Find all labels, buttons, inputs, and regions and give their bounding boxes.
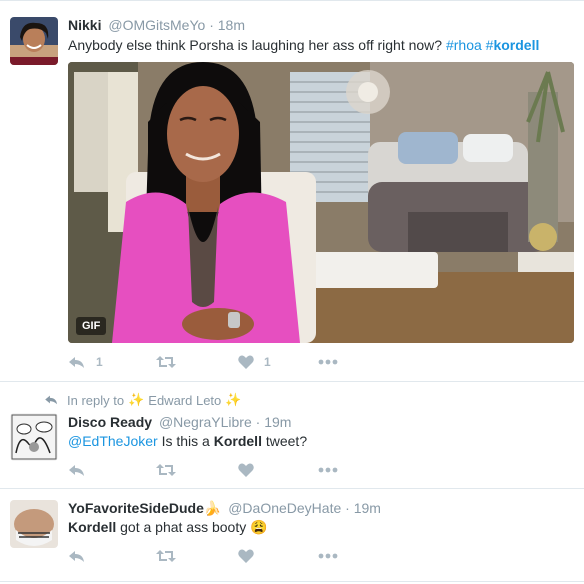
tweet-text-pre: Is this a	[157, 433, 214, 449]
more-button[interactable]	[318, 467, 338, 473]
more-icon	[318, 467, 338, 473]
reply-count: 1	[96, 355, 103, 369]
tweet-text-main: Anybody else think Porsha is laughing he…	[68, 37, 443, 53]
tweet-text-bold: Kordell	[68, 519, 117, 535]
tweet-header: YoFavoriteSideDude🍌 @DaOneDeyHate · 19m	[68, 500, 381, 517]
tweet-1[interactable]: Nikki @OMGitsMeYo · 18m Anybody else thi…	[0, 0, 584, 382]
gif-scene	[68, 62, 574, 343]
gif-media[interactable]: GIF	[68, 62, 574, 343]
reply-button[interactable]: 1	[68, 355, 156, 369]
heart-icon	[238, 549, 254, 563]
tweet-3[interactable]: YoFavoriteSideDude🍌 @DaOneDeyHate · 19m …	[0, 490, 584, 582]
retweet-icon	[156, 463, 176, 477]
more-button[interactable]	[318, 553, 338, 559]
retweet-icon	[156, 355, 176, 369]
hashtag-rhoa[interactable]: #rhoa	[446, 37, 482, 53]
reply-icon	[68, 355, 86, 369]
timestamp[interactable]: 18m	[218, 17, 245, 33]
like-count: 1	[264, 355, 271, 369]
like-button[interactable]: 1	[238, 355, 318, 369]
tweet-header: Disco Ready @NegraYLibre · 19m	[68, 414, 291, 430]
retweet-button[interactable]	[156, 463, 238, 477]
display-name[interactable]: Disco Ready	[68, 414, 152, 430]
display-name[interactable]: YoFavoriteSideDude	[68, 500, 204, 516]
avatar[interactable]	[10, 413, 58, 461]
reply-prefix: In reply to	[67, 392, 125, 408]
tweet-actions: 1 1	[68, 352, 338, 372]
mention-link[interactable]: @EdTheJoker	[68, 433, 158, 449]
separator-dot: ·	[345, 500, 350, 516]
hashtag-word: kordell	[493, 37, 540, 53]
tweet-2[interactable]: In reply to ✨ Edward Leto ✨ Disco Ready …	[0, 383, 584, 489]
hashtag-kordell[interactable]: #kordell	[486, 37, 540, 53]
separator-dot: ·	[209, 17, 214, 33]
user-handle[interactable]: @OMGitsMeYo	[108, 17, 205, 33]
reply-icon	[68, 549, 86, 563]
tweet-text: @EdTheJoker Is this a Kordell tweet?	[68, 433, 307, 449]
retweet-icon	[156, 549, 176, 563]
reply-arrow-icon	[44, 393, 59, 408]
tweet-text-post: got a phat ass booty	[116, 519, 247, 535]
reply-context: In reply to ✨ Edward Leto ✨	[44, 392, 245, 408]
banana-emoji: 🍌	[203, 500, 222, 516]
more-button[interactable]	[318, 359, 338, 365]
avatar[interactable]	[10, 500, 58, 548]
tweet-text-post: tweet?	[261, 433, 308, 449]
weary-emoji: 😩	[250, 519, 268, 535]
reply-button[interactable]	[68, 463, 156, 477]
retweet-button[interactable]	[156, 549, 238, 563]
like-button[interactable]	[238, 463, 318, 477]
tweet-header: Nikki @OMGitsMeYo · 18m	[68, 17, 245, 33]
display-name[interactable]: Nikki	[68, 17, 101, 33]
heart-icon	[238, 463, 254, 477]
reply-icon	[68, 463, 86, 477]
tweet-text: Kordell got a phat ass booty 😩	[68, 519, 268, 536]
tweet-actions	[68, 546, 338, 566]
user-handle[interactable]: @DaOneDeyHate	[228, 500, 341, 516]
like-button[interactable]	[238, 549, 318, 563]
timestamp[interactable]: 19m	[264, 414, 291, 430]
sparkle-icon: ✨	[225, 392, 242, 407]
gif-badge: GIF	[76, 317, 107, 335]
heart-icon	[238, 355, 254, 369]
more-icon	[318, 553, 338, 559]
tweet-text-bold: Kordell	[213, 433, 262, 449]
reply-button[interactable]	[68, 549, 156, 563]
sparkle-icon: ✨	[128, 392, 145, 407]
separator-dot: ·	[255, 414, 261, 430]
reply-to-user[interactable]: Edward Leto	[148, 393, 221, 408]
avatar[interactable]	[10, 17, 58, 65]
tweet-actions	[68, 460, 338, 480]
retweet-button[interactable]	[156, 355, 238, 369]
tweet-text: Anybody else think Porsha is laughing he…	[68, 37, 539, 53]
timestamp[interactable]: 19m	[354, 500, 381, 516]
more-icon	[318, 359, 338, 365]
user-handle[interactable]: @NegraYLibre	[159, 414, 252, 430]
